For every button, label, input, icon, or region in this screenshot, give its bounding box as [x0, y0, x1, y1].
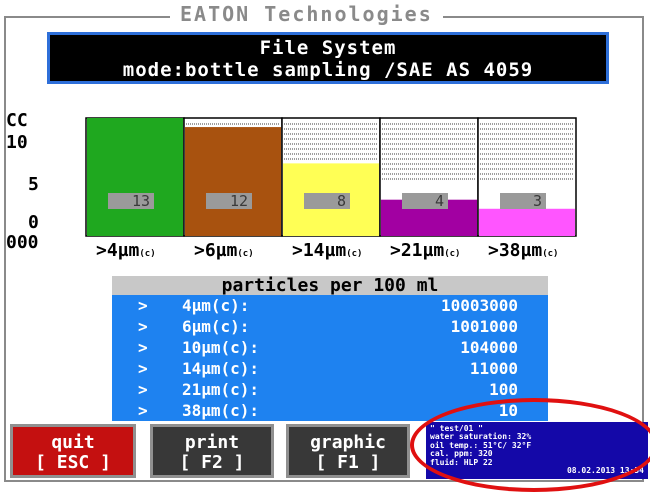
print-button[interactable]: print [ F2 ] [150, 424, 274, 478]
x-tick-label-main: >6µm [194, 240, 238, 261]
bar-4 [479, 208, 575, 236]
bar-value-label: 12 [230, 192, 248, 210]
row-value: 104000 [460, 338, 518, 357]
app-title: EATON Technologies [170, 2, 443, 26]
x-tick-label: >38µm(c) [488, 240, 558, 261]
row-size: 6µm(c): [182, 317, 250, 336]
row-arrow: > [138, 359, 148, 378]
bar-value-label: 13 [132, 192, 150, 210]
bar-value-label: 8 [337, 192, 346, 210]
table-row: >6µm(c): 1001000 [112, 316, 548, 337]
graphic-button-key: [ F1 ] [315, 452, 381, 473]
x-tick-label-sub: (c) [237, 249, 254, 259]
x-tick-label-sub: (c) [444, 249, 461, 259]
mode-label: mode:bottle sampling /SAE AS 4059 [122, 59, 534, 81]
x-tick-label-main: >38µm [488, 240, 543, 261]
row-size: 14µm(c): [182, 359, 260, 378]
quit-button-label: quit [51, 432, 95, 453]
x-tick-label-sub: (c) [346, 249, 363, 259]
bar-1 [185, 127, 281, 236]
bar-value-label: 4 [435, 192, 444, 210]
row-arrow: > [138, 401, 148, 420]
status-panel: " test/01 " water saturation: 32% oil te… [426, 422, 648, 479]
row-arrow: > [138, 317, 148, 336]
row-value: 100 [489, 380, 518, 399]
table-row: >10µm(c): 104000 [112, 337, 548, 358]
print-button-key: [ F2 ] [179, 452, 245, 473]
bar-0 [87, 118, 183, 236]
x-tick-label-sub: (c) [139, 249, 156, 259]
row-arrow: > [138, 296, 148, 315]
row-size: 21µm(c): [182, 380, 260, 399]
table-row: >14µm(c): 11000 [112, 358, 548, 379]
graphic-button-label: graphic [310, 432, 386, 453]
status-timestamp: 08.02.2013 13:54 [566, 466, 644, 476]
x-tick-label: >6µm(c) [194, 240, 254, 261]
row-size: 38µm(c): [182, 401, 260, 420]
x-tick-label-main: >4µm [96, 240, 140, 261]
x-tick-label: >4µm(c) [96, 240, 156, 261]
header-panel: File System mode:bottle sampling /SAE AS… [47, 32, 609, 84]
x-tick-label: >21µm(c) [390, 240, 460, 261]
row-arrow: > [138, 380, 148, 399]
bar-value-label: 3 [533, 192, 542, 210]
x-tick-label-main: >21µm [390, 240, 445, 261]
bars-svg: 13 12 8 4 3 [85, 117, 577, 237]
row-value: 11000 [469, 359, 518, 378]
table-row: >21µm(c): 100 [112, 379, 548, 400]
page-title: File System [259, 37, 397, 59]
graphic-button[interactable]: graphic [ F1 ] [286, 424, 410, 478]
row-size: 10µm(c): [182, 338, 260, 357]
quit-button-key: [ ESC ] [35, 452, 111, 473]
table-row: >38µm(c): 10 [112, 400, 548, 421]
x-tick-label-sub: (c) [542, 249, 559, 259]
table-row: >4µm(c): 10003000 [112, 295, 548, 316]
x-tick-label: >14µm(c) [292, 240, 362, 261]
print-button-label: print [184, 432, 240, 453]
x-tick-label-main: >14µm [292, 240, 347, 261]
row-value: 10 [498, 401, 518, 420]
particle-table: particles per 100 ml >4µm(c): 10003000 >6µ… [112, 276, 548, 421]
row-size: 4µm(c): [182, 296, 250, 315]
row-arrow: > [138, 338, 148, 357]
row-value: 10003000 [440, 296, 518, 315]
quit-button[interactable]: quit [ ESC ] [10, 424, 136, 478]
row-value: 1001000 [450, 317, 518, 336]
table-header: particles per 100 ml [112, 276, 548, 295]
